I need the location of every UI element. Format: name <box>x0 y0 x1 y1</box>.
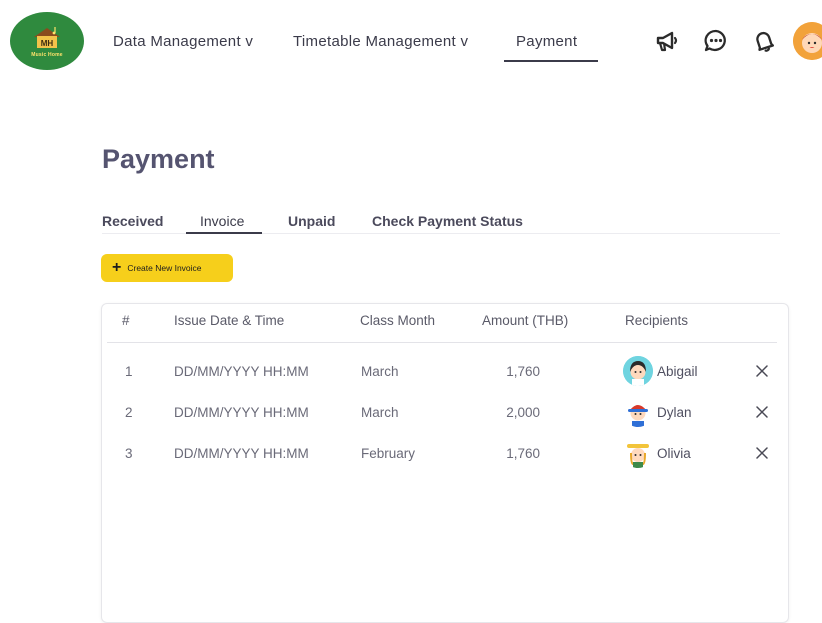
create-new-invoice-button[interactable]: + Create New Invoice <box>101 254 233 282</box>
tab-active-underline <box>186 232 262 234</box>
nav-payment[interactable]: Payment <box>516 33 577 50</box>
invoice-table <box>101 303 789 623</box>
create-new-invoice-label: Create New Invoice <box>127 263 202 273</box>
nav-timetable-management[interactable]: Timetable Management v <box>293 33 468 50</box>
close-icon[interactable] <box>754 363 770 379</box>
column-header-number: # <box>122 313 130 328</box>
user-avatar-icon <box>793 22 822 60</box>
column-header-amount: Amount (THB) <box>482 313 569 328</box>
user-avatar[interactable] <box>793 22 822 60</box>
bell-icon[interactable] <box>751 28 777 54</box>
row-issue-datetime: DD/MM/YYYY HH:MM <box>174 364 309 379</box>
house-logo-icon: MH <box>34 26 60 48</box>
row-class-month: March <box>361 405 399 420</box>
close-icon[interactable] <box>754 445 770 461</box>
row-amount: 1,760 <box>506 364 540 379</box>
row-amount: 1,760 <box>506 446 540 461</box>
tab-check-payment-status[interactable]: Check Payment Status <box>372 213 523 229</box>
row-class-month: March <box>361 364 399 379</box>
row-class-month: February <box>361 446 416 461</box>
tab-unpaid[interactable]: Unpaid <box>288 213 335 229</box>
row-number: 3 <box>125 446 133 461</box>
tab-invoice[interactable]: Invoice <box>200 213 244 229</box>
row-amount: 2,000 <box>506 405 540 420</box>
row-issue-datetime: DD/MM/YYYY HH:MM <box>174 405 309 420</box>
plus-icon: + <box>112 259 122 276</box>
page-title: Payment <box>102 144 215 174</box>
column-header-issue-date: Issue Date & Time <box>174 313 285 328</box>
app-logo[interactable]: MH Music Home <box>10 12 84 70</box>
recipient-avatar <box>623 356 653 386</box>
recipient-avatar <box>623 397 653 427</box>
row-issue-datetime: DD/MM/YYYY HH:MM <box>174 446 309 461</box>
recipient-avatar <box>623 438 653 468</box>
logo-initials: MH <box>41 39 54 48</box>
tab-received[interactable]: Received <box>102 213 163 229</box>
chat-icon[interactable] <box>703 28 729 54</box>
recipient-name: Abigail <box>657 364 698 379</box>
nav-data-management[interactable]: Data Management v <box>113 33 253 50</box>
recipient-name: Dylan <box>657 405 692 420</box>
table-header-divider <box>107 342 777 343</box>
logo-name: Music Home <box>31 51 63 58</box>
close-icon[interactable] <box>754 404 770 420</box>
recipient-name: Olivia <box>657 446 691 461</box>
column-header-recipients: Recipients <box>625 313 689 328</box>
megaphone-icon[interactable] <box>654 28 680 54</box>
nav-active-underline <box>504 60 598 62</box>
row-number: 2 <box>125 405 133 420</box>
row-number: 1 <box>125 364 133 379</box>
column-header-class-month: Class Month <box>360 313 436 328</box>
